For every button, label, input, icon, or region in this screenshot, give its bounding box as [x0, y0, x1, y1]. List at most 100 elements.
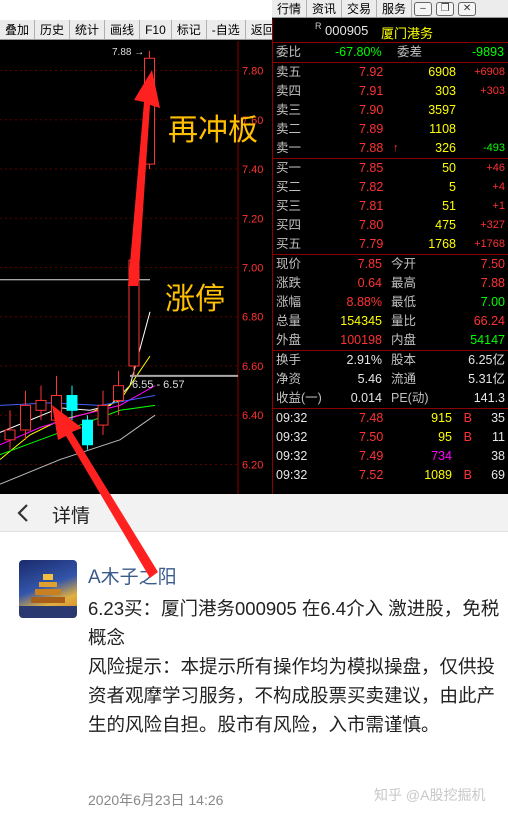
- post-paragraph: 6.23买：厦门港务000905 在6.4介入 激进股，免税概念: [88, 598, 500, 648]
- stat-row: 涨跌 0.64 最高 7.88: [273, 274, 508, 293]
- stat-label: 量比: [391, 314, 417, 328]
- stat-row: 净资 5.46 流通 5.31亿: [273, 370, 508, 389]
- stat-label: 涨幅: [276, 295, 302, 309]
- post-time: 2020年6月23日 14:26: [88, 792, 224, 808]
- ask-price: 7.89: [359, 122, 384, 136]
- bid-row: 买五 7.79 1768 +1768: [273, 235, 508, 254]
- min-window-icon[interactable]: –: [414, 2, 433, 16]
- stat-row: 总量 154345 量比 66.24: [273, 312, 508, 331]
- toolbar-button[interactable]: 标记: [172, 20, 207, 39]
- bid-row: 买四 7.80 475 +327: [273, 216, 508, 235]
- toolbar-button[interactable]: 历史: [35, 20, 71, 39]
- stat-label: 外盘: [276, 333, 302, 347]
- bid-change: +4: [492, 181, 505, 193]
- bid-volume: 50: [442, 161, 456, 175]
- bid-volume: 1768: [428, 237, 456, 251]
- candle-body: [4, 429, 16, 441]
- stat-label: 股本: [391, 353, 417, 367]
- r-mark: R: [315, 21, 322, 31]
- bid-book: 买一 7.85 50 +46 买二 7.82 5 +4 买三 7.81 51 +1 买四 7.80 475 +…: [273, 158, 508, 254]
- avatar[interactable]: [19, 560, 77, 618]
- top-menu-item[interactable]: 服务: [377, 0, 413, 17]
- candlestick-chart[interactable]: 7.80 7.60 7.40 7.20 7.00 6.80 6.60 6.40 6.20 7.88…: [0, 41, 272, 494]
- pagoda-icon: [19, 574, 77, 618]
- price-tick-label: 6.80: [242, 312, 263, 324]
- candle-body: [113, 385, 124, 401]
- stat-label: 最低: [391, 295, 417, 309]
- bid-row: 买一 7.85 50 +46: [273, 159, 508, 178]
- tick-side: B: [463, 468, 472, 482]
- ask-row: 卖三 7.90 3597: [273, 101, 508, 120]
- stat-value: 5.46: [357, 372, 382, 386]
- stat-value: 7.85: [357, 257, 382, 271]
- toolbar-button[interactable]: 画线: [105, 20, 141, 39]
- stat-value: 66.24: [473, 314, 505, 328]
- stat-label: 总量: [276, 314, 302, 328]
- author-name[interactable]: A木子之阳: [88, 562, 177, 589]
- price-tick-label: 7.40: [242, 164, 263, 176]
- tick-row: 09:32 7.48 915 B 35: [273, 409, 508, 428]
- candle-body: [66, 395, 78, 411]
- stat-value: 7.88: [480, 276, 505, 290]
- tick-list: 09:32 7.48 915 B 35 09:32 7.50 95 B 11 09:32 7.49 73…: [273, 408, 508, 485]
- candle-body: [82, 419, 93, 446]
- bid-price: 7.82: [359, 180, 384, 194]
- price-tick-label: 6.60: [242, 361, 263, 373]
- tick-count: 38: [491, 449, 505, 463]
- back-icon[interactable]: [14, 502, 34, 524]
- toolbar-button[interactable]: 叠加: [0, 20, 36, 39]
- post-paragraph: 风险提示：本提示所有操作均为模拟操盘，仅供投资者观摩学习服务，不构成股票买卖建议…: [88, 656, 496, 735]
- top-menu: 行情 资讯 交易 服务 – ❐ ✕: [272, 0, 508, 18]
- stat-label: 收益(一): [276, 391, 322, 405]
- price-tick-label: 7.60: [242, 115, 263, 127]
- ask-row: 卖二 7.89 1108: [273, 120, 508, 139]
- stat-label: 净资: [276, 372, 302, 386]
- price-tick-label: 7.80: [242, 66, 263, 78]
- tick-row: 09:32 7.50 95 B 11: [273, 428, 508, 447]
- bid-price: 7.79: [359, 237, 384, 251]
- ask-change: -493: [482, 142, 505, 154]
- bid-change: +1768: [474, 238, 505, 250]
- toolbar-button[interactable]: 统计: [70, 20, 106, 39]
- tick-price: 7.50: [359, 430, 384, 444]
- bid-volume: 475: [435, 218, 456, 232]
- bid-volume: 51: [442, 199, 456, 213]
- candle-body: [51, 395, 62, 421]
- post-body: 6.23买：厦门港务000905 在6.4介入 激进股，免税概念风险提示：本提示…: [88, 594, 503, 739]
- stat-value: 8.88%: [346, 295, 382, 309]
- close-window-icon[interactable]: ✕: [458, 2, 477, 16]
- stat-row: 现价 7.85 今开 7.50: [273, 255, 508, 274]
- range-label: 6.55 - 6.57: [132, 379, 185, 391]
- top-menu-item[interactable]: 资讯: [307, 0, 343, 17]
- stock-name: 厦门港务: [381, 26, 434, 41]
- stat-value: 7.50: [480, 257, 505, 271]
- stat-value: 0.64: [357, 276, 382, 290]
- ask-row: 卖一 7.88 ↑ 326 -493: [273, 139, 508, 158]
- toolbar-button[interactable]: -自选: [207, 20, 246, 39]
- tick-price: 7.48: [359, 411, 384, 425]
- tick-row: 09:32 7.52 1089 B 69: [273, 466, 508, 485]
- candle-body: [128, 259, 140, 367]
- toolbar-button[interactable]: F10: [140, 20, 172, 39]
- chart-toolbar: 叠加 历史 统计 画线 F10 标记 -自选 返回: [0, 20, 281, 40]
- bid-price: 7.80: [359, 218, 384, 232]
- tick-price: 7.52: [359, 468, 384, 482]
- stat-value: 154345: [340, 314, 382, 328]
- bid-price: 7.85: [359, 161, 384, 175]
- ask-row: 卖四 7.91 303 +303: [273, 82, 508, 101]
- tick-volume: 734: [431, 449, 452, 463]
- stat-label: 流通: [391, 372, 417, 386]
- stat-value: 0.014: [350, 391, 382, 405]
- stats-block-2: 换手 2.91% 股本 6.25亿 净资 5.46 流通 5.31亿 收益(一) 0.014 PE(…: [273, 350, 508, 408]
- ask-book: 卖五 7.92 6908 +6908 卖四 7.91 303 +303 卖三 7.90 3597 卖二…: [273, 62, 508, 158]
- max-window-icon[interactable]: ❐: [436, 2, 455, 16]
- tick-count: 69: [491, 468, 505, 482]
- top-menu-item[interactable]: 交易: [342, 0, 378, 17]
- ask-volume: 303: [435, 84, 456, 98]
- bid-label: 买五: [276, 237, 302, 251]
- top-menu-item[interactable]: 行情: [272, 0, 308, 17]
- stats-block-1: 现价 7.85 今开 7.50 涨跌 0.64 最高 7.88 涨幅 8.88% 最低 7.00 总量 1…: [273, 254, 508, 350]
- stock-code: 000905: [325, 23, 369, 38]
- price-tick-label: 7.20: [242, 213, 263, 225]
- ask-change: +6908: [474, 66, 505, 78]
